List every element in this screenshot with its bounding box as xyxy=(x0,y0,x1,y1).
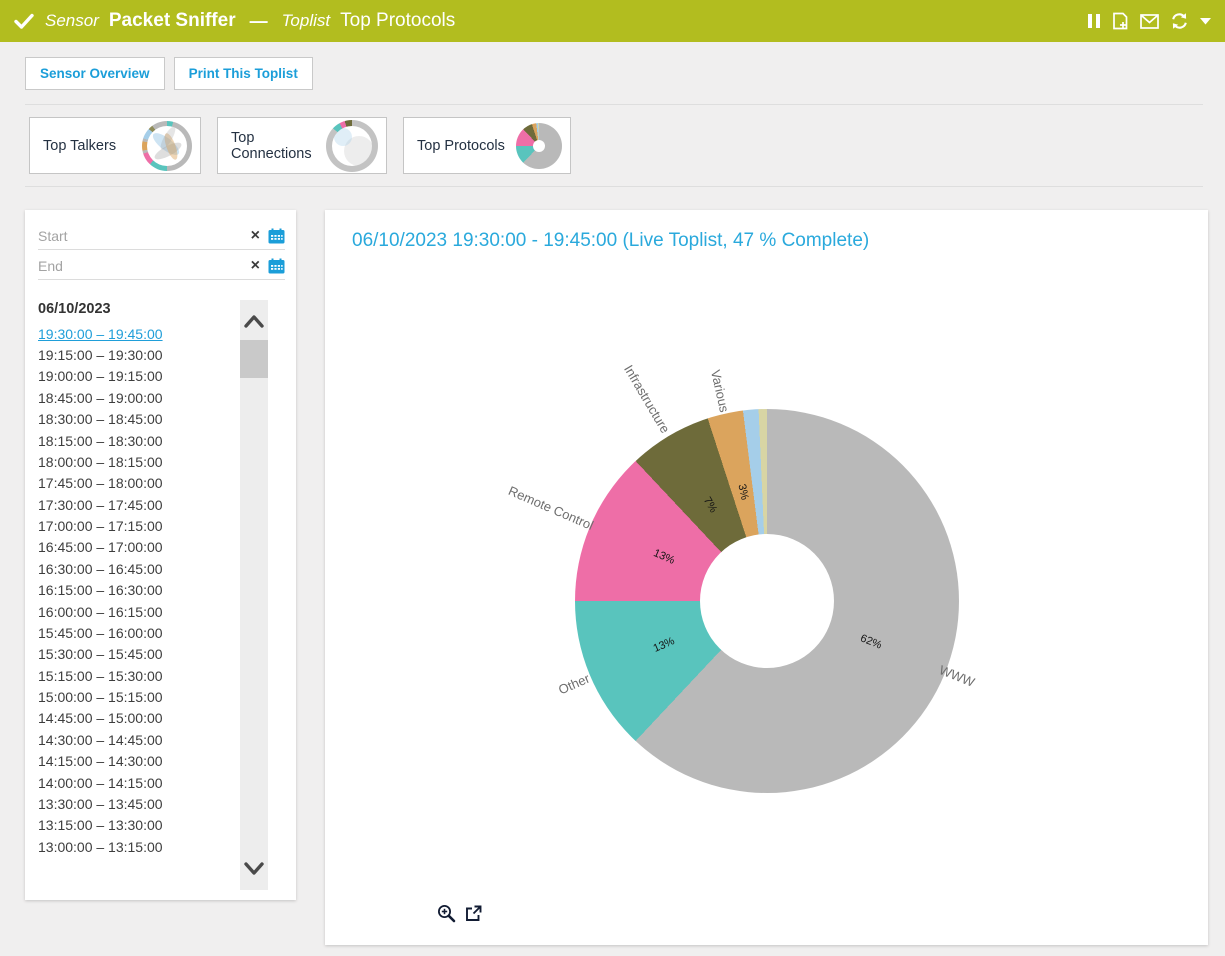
time-range-link[interactable]: 16:00:00 – 16:15:00 xyxy=(38,601,163,622)
tab-label: Top Talkers xyxy=(43,138,116,154)
donut-hole xyxy=(700,534,834,668)
time-range-link[interactable]: 13:00:00 – 13:15:00 xyxy=(38,836,163,857)
slice-label: Infrastructure xyxy=(621,362,673,436)
time-range-link[interactable]: 19:00:00 – 19:15:00 xyxy=(38,366,163,387)
time-list-scrollbar[interactable] xyxy=(240,300,268,890)
sensor-overview-button[interactable]: Sensor Overview xyxy=(25,57,165,90)
time-range-link[interactable]: 14:45:00 – 15:00:00 xyxy=(38,708,163,729)
time-range-link[interactable]: 18:45:00 – 19:00:00 xyxy=(38,387,163,408)
divider xyxy=(25,104,1203,105)
time-range-link[interactable]: 16:15:00 – 16:30:00 xyxy=(38,580,163,601)
date-group-header: 06/10/2023 xyxy=(38,301,111,317)
time-range-link[interactable]: 16:30:00 – 16:45:00 xyxy=(38,558,163,579)
refresh-icon[interactable] xyxy=(1170,12,1189,30)
checkmark-icon xyxy=(14,13,34,30)
toolbar: Sensor Overview Print This Toplist xyxy=(25,57,313,90)
time-range-link[interactable]: 14:15:00 – 14:30:00 xyxy=(38,751,163,772)
time-range-link[interactable]: 15:15:00 – 15:30:00 xyxy=(38,665,163,686)
divider xyxy=(25,186,1203,187)
toplist-name: Top Protocols xyxy=(340,10,455,32)
page: Sensor Packet Sniffer — Toplist Top Prot… xyxy=(0,0,1225,956)
scroll-up-icon[interactable] xyxy=(240,308,268,334)
end-date-input[interactable] xyxy=(38,258,243,274)
time-range-link[interactable]: 16:45:00 – 17:00:00 xyxy=(38,537,163,558)
slice-percent: 3% xyxy=(735,483,750,501)
time-range-link[interactable]: 18:15:00 – 18:30:00 xyxy=(38,430,163,451)
time-range-link[interactable]: 18:00:00 – 18:15:00 xyxy=(38,451,163,472)
header-bar: Sensor Packet Sniffer — Toplist Top Prot… xyxy=(0,0,1225,42)
print-toplist-button[interactable]: Print This Toplist xyxy=(174,57,313,90)
time-range-link[interactable]: 19:30:00 – 19:45:00 xyxy=(38,323,163,344)
tab-label: Top Connections xyxy=(231,130,326,162)
time-range-link[interactable]: 15:45:00 – 16:00:00 xyxy=(38,622,163,643)
time-range-link[interactable]: 14:00:00 – 14:15:00 xyxy=(38,772,163,793)
slice-label: Various xyxy=(708,368,732,413)
time-range-link[interactable]: 19:15:00 – 19:30:00 xyxy=(38,344,163,365)
time-range-link[interactable]: 13:15:00 – 13:30:00 xyxy=(38,815,163,836)
chart-area: WWW62%Other13%Remote Control13%Infrastru… xyxy=(325,210,1208,945)
time-range-link[interactable]: 17:45:00 – 18:00:00 xyxy=(38,473,163,494)
filter-panel: × × 06/10/2023 19:30:00 – 19:45:0019:15:… xyxy=(25,210,296,900)
time-range-link[interactable]: 17:30:00 – 17:45:00 xyxy=(38,494,163,515)
time-range-link[interactable]: 15:00:00 – 15:15:00 xyxy=(38,686,163,707)
email-icon[interactable] xyxy=(1140,14,1159,29)
clear-end-icon[interactable]: × xyxy=(251,258,260,274)
tab-label: Top Protocols xyxy=(417,138,505,154)
start-date-row: × xyxy=(38,223,285,250)
dropdown-caret-icon[interactable] xyxy=(1200,17,1211,25)
time-range-link[interactable]: 18:30:00 – 18:45:00 xyxy=(38,409,163,430)
slice-label: WWW xyxy=(937,662,977,689)
pause-icon[interactable] xyxy=(1087,13,1101,29)
zoom-in-icon[interactable] xyxy=(437,904,456,923)
end-date-row: × xyxy=(38,253,285,280)
top-talkers-thumbnail xyxy=(142,121,192,171)
time-range-link[interactable]: 13:30:00 – 13:45:00 xyxy=(38,793,163,814)
sensor-name: Packet Sniffer xyxy=(109,10,236,32)
add-report-icon[interactable] xyxy=(1112,12,1129,30)
toplist-tabs: Top Talkers Top Connections Top Protoc xyxy=(29,117,571,174)
top-protocols-thumbnail xyxy=(516,123,562,169)
slice-label: Remote Control xyxy=(506,483,596,533)
chart-footer xyxy=(437,904,482,923)
tab-top-connections[interactable]: Top Connections xyxy=(217,117,387,174)
toplist-label: Toplist xyxy=(282,11,331,31)
header-separator: — xyxy=(250,11,268,32)
header-actions xyxy=(1087,12,1211,30)
scrollbar-thumb[interactable] xyxy=(240,340,268,378)
slice-label: Other xyxy=(556,671,592,698)
time-range-link[interactable]: 15:30:00 – 15:45:00 xyxy=(38,644,163,665)
clear-start-icon[interactable]: × xyxy=(251,228,260,244)
tab-top-protocols[interactable]: Top Protocols xyxy=(403,117,571,174)
time-range-link[interactable]: 14:30:00 – 14:45:00 xyxy=(38,729,163,750)
start-date-input[interactable] xyxy=(38,228,243,244)
top-connections-thumbnail xyxy=(326,120,378,172)
time-range-link[interactable]: 17:00:00 – 17:15:00 xyxy=(38,515,163,536)
scroll-down-icon[interactable] xyxy=(240,856,268,882)
chart-panel: 06/10/2023 19:30:00 - 19:45:00 (Live Top… xyxy=(325,210,1208,945)
calendar-icon[interactable] xyxy=(268,228,285,244)
calendar-icon[interactable] xyxy=(268,258,285,274)
sensor-label: Sensor xyxy=(45,11,99,31)
external-link-icon[interactable] xyxy=(465,905,482,922)
tab-top-talkers[interactable]: Top Talkers xyxy=(29,117,201,174)
time-range-list: 19:30:00 – 19:45:0019:15:00 – 19:30:0019… xyxy=(38,323,163,857)
